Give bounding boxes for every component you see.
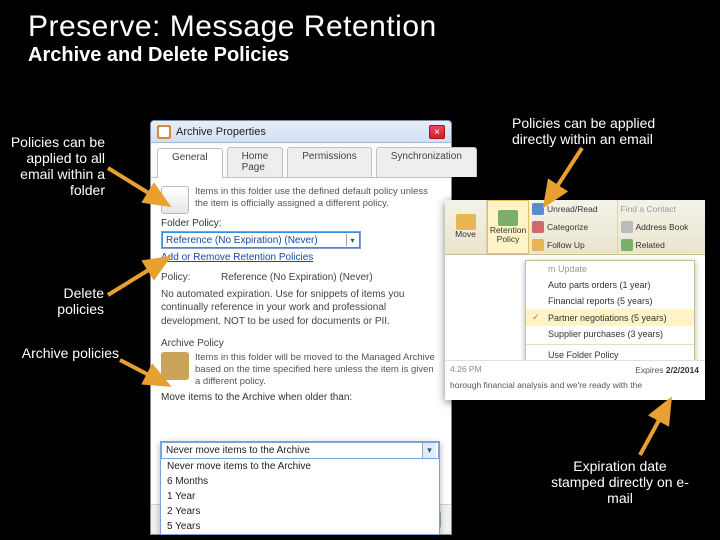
- folder-policy-value: Reference (No Expiration) (Never): [166, 235, 318, 246]
- archive-age-options: Never move items to the Archive 6 Months…: [161, 459, 439, 534]
- menu-item[interactable]: Financial reports (5 years): [526, 293, 694, 309]
- archive-move-label: Move items to the Archive when older tha…: [161, 392, 441, 403]
- menu-item[interactable]: m Update: [526, 261, 694, 277]
- folder-policy-label: Folder Policy:: [161, 218, 441, 229]
- preview-time: 4:26 PM: [450, 364, 482, 374]
- related-label: Related: [636, 240, 665, 250]
- callout-expiration: Expiration date stamped directly on e-ma…: [550, 458, 690, 506]
- folder-icon: [157, 125, 171, 139]
- archive-box-icon: [161, 352, 189, 380]
- address-book-button[interactable]: Address Book: [618, 218, 706, 236]
- email-preview: 4:26 PM Expires 2/2/2014 horough financi…: [445, 360, 705, 400]
- expires-value: 2/2/2014: [666, 365, 699, 375]
- unread-read-button[interactable]: Unread/Read: [529, 200, 617, 218]
- policy-key: Policy:: [161, 271, 221, 285]
- move-label: Move: [455, 230, 476, 239]
- book-icon: [621, 221, 633, 233]
- tab-synchronization[interactable]: Synchronization: [376, 147, 477, 177]
- policy-intro: Items in this folder use the defined def…: [195, 186, 441, 210]
- retention-policy-button[interactable]: Retention Policy: [487, 200, 529, 254]
- find-contact-label: Find a Contact: [621, 204, 676, 214]
- categorize-icon: [532, 221, 544, 233]
- callout-archive: Archive policies: [5, 345, 119, 361]
- move-icon: [456, 214, 476, 230]
- menu-item[interactable]: Supplier purchases (3 years): [526, 326, 694, 342]
- dialog-tabs: General Home Page Permissions Synchroniz…: [151, 143, 451, 178]
- archive-age-value: Never move items to the Archive: [166, 445, 310, 456]
- archive-age-dropdown[interactable]: Never move items to the Archive ▾ Never …: [160, 441, 440, 535]
- related-button[interactable]: Related: [618, 236, 706, 254]
- retention-label: Retention Policy: [490, 226, 526, 245]
- outlook-ribbon: Move Retention Policy Unread/Read Catego…: [445, 200, 705, 400]
- preview-text: horough financial analysis and we're rea…: [450, 380, 700, 390]
- folder-policy-select[interactable]: Reference (No Expiration) (Never) ▾: [161, 231, 361, 249]
- unread-label: Unread/Read: [547, 204, 598, 214]
- followup-button[interactable]: Follow Up: [529, 236, 617, 254]
- flag-icon: [532, 239, 544, 251]
- tab-permissions[interactable]: Permissions: [287, 147, 371, 177]
- dialog-titlebar[interactable]: Archive Properties ×: [151, 121, 451, 143]
- dropdown-option[interactable]: 1 Year: [161, 489, 439, 504]
- archive-intro: Items in this folder will be moved to th…: [195, 352, 441, 388]
- policy-desc: No automated expiration. Use for snippet…: [161, 288, 441, 329]
- dropdown-option[interactable]: Never move items to the Archive: [161, 459, 439, 474]
- move-button[interactable]: Move: [445, 200, 487, 254]
- callout-folder: Policies can be applied to all email wit…: [5, 134, 105, 198]
- mail-icon: [532, 203, 544, 215]
- policy-val: Reference (No Expiration) (Never): [221, 272, 373, 283]
- menu-item[interactable]: Auto parts orders (1 year): [526, 277, 694, 293]
- find-contact-input[interactable]: Find a Contact: [618, 200, 706, 218]
- tab-homepage[interactable]: Home Page: [227, 147, 284, 177]
- retention-icon: [498, 210, 518, 226]
- categorize-button[interactable]: Categorize: [529, 218, 617, 236]
- address-book-label: Address Book: [636, 222, 689, 232]
- close-icon[interactable]: ×: [429, 125, 445, 139]
- dropdown-option[interactable]: 5 Years: [161, 519, 439, 534]
- slide-subtitle: Archive and Delete Policies: [0, 44, 720, 73]
- related-icon: [621, 239, 633, 251]
- categorize-label: Categorize: [547, 222, 588, 232]
- callout-delete: Delete policies: [48, 285, 104, 317]
- dropdown-option[interactable]: 6 Months: [161, 474, 439, 489]
- followup-label: Follow Up: [547, 240, 585, 250]
- expires-label: Expires: [635, 365, 663, 375]
- chevron-down-icon[interactable]: ▾: [346, 234, 358, 246]
- policy-icon: [161, 186, 189, 214]
- slide-title: Preserve: Message Retention: [0, 0, 720, 44]
- archive-policy-heading: Archive Policy: [161, 338, 441, 349]
- chevron-down-icon[interactable]: ▾: [422, 443, 436, 458]
- add-remove-policies-link[interactable]: Add or Remove Retention Policies: [161, 252, 313, 263]
- dropdown-option[interactable]: 2 Years: [161, 504, 439, 519]
- dialog-title-text: Archive Properties: [176, 126, 266, 138]
- callout-email: Policies can be applied directly within …: [512, 115, 702, 147]
- archive-age-selected[interactable]: Never move items to the Archive ▾: [161, 442, 439, 459]
- tab-general[interactable]: General: [157, 148, 223, 178]
- menu-item-selected[interactable]: Partner negotiations (5 years): [526, 309, 694, 326]
